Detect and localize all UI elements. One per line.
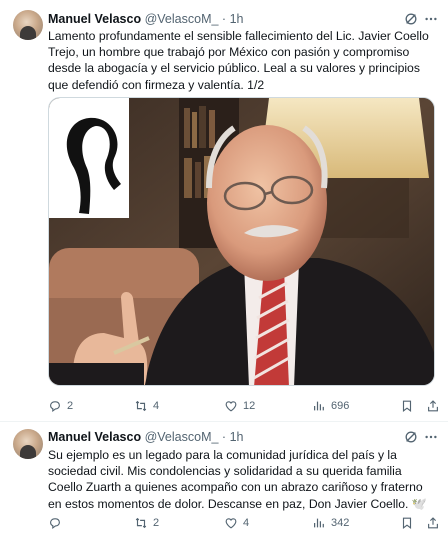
view-count: 696 [331,400,350,412]
grok-icon[interactable] [404,12,418,26]
share-icon [428,517,438,529]
author-handle[interactable]: @VelascoM_ [145,430,219,444]
tweet[interactable]: Manuel Velasco @VelascoM_ · 1h Su ejempl… [0,422,448,539]
more-icon[interactable] [424,430,438,444]
tweet-actions: 2 4 342 [48,515,440,531]
author-name[interactable]: Manuel Velasco [48,12,141,26]
reply-button[interactable] [48,515,67,531]
author-name[interactable]: Manuel Velasco [48,430,141,444]
grok-icon[interactable] [404,430,418,444]
share-button[interactable] [426,398,440,414]
author-handle[interactable]: @VelascoM_ [145,12,219,26]
tweet-text: Lamento profundamente el sensible fallec… [48,29,429,92]
tweet[interactable]: Manuel Velasco @VelascoM_ · 1h Lamento p… [0,0,448,422]
timestamp[interactable]: 1h [230,430,244,444]
reply-icon [50,518,60,530]
bookmark-icon [402,517,412,529]
repost-button[interactable]: 2 [134,515,159,531]
more-icon[interactable] [424,12,438,26]
repost-button[interactable]: 4 [134,398,159,414]
views-icon [314,401,324,411]
reply-count: 2 [67,400,74,412]
timestamp[interactable]: 1h [230,12,244,26]
like-count: 12 [243,400,256,412]
bookmark-button[interactable] [400,398,414,414]
bookmark-button[interactable] [400,515,414,531]
bookmark-icon [402,400,412,412]
reply-button[interactable]: 2 [48,398,73,414]
share-button[interactable] [426,515,440,531]
views-icon [314,518,324,528]
view-count: 342 [331,517,350,529]
heart-icon [225,518,237,529]
like-button[interactable]: 12 [224,398,255,414]
tweet-text: Su ejemplo es un legado para la comunida… [48,448,427,511]
tweet-photo[interactable] [48,97,435,386]
tweet-header: Manuel Velasco @VelascoM_ · 1h [48,429,243,445]
separator: · [221,430,227,444]
views-button[interactable]: 696 [312,398,349,414]
heart-icon [225,401,237,412]
repost-icon [135,400,147,412]
tweet-header: Manuel Velasco @VelascoM_ · 1h [48,11,243,27]
share-icon [428,400,438,412]
repost-icon [135,517,147,529]
avatar[interactable] [13,429,43,459]
avatar[interactable] [13,10,43,40]
tweet-actions: 2 4 12 696 [48,398,440,414]
photo-illustration [49,98,434,385]
separator: · [221,12,227,26]
reply-icon [50,401,60,413]
repost-count: 2 [153,517,160,529]
like-button[interactable]: 4 [224,515,249,531]
like-count: 4 [243,517,250,529]
views-button[interactable]: 342 [312,515,349,531]
repost-count: 4 [153,400,160,412]
